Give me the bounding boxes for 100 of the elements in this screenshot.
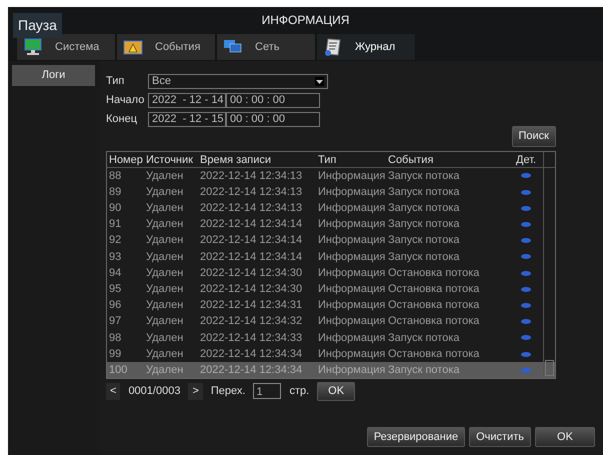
table-cell-text: 2022-12-14 12:34:31 — [200, 298, 304, 314]
table-cell-text: Удален — [146, 362, 184, 378]
table-cell-text: 91 — [109, 217, 122, 232]
date-field[interactable]: 2022 - 12 - 15 — [148, 112, 226, 126]
page-input[interactable]: 1 — [253, 383, 282, 400]
eye-icon[interactable] — [521, 319, 531, 324]
column-header: События — [388, 152, 434, 168]
eye-icon[interactable] — [521, 302, 531, 308]
table-cell-text: Остановка потока — [388, 314, 480, 330]
table-cell-text: 2022-12-14 12:34:34 — [200, 362, 304, 378]
table-cell-text: Информация — [318, 298, 386, 314]
table-cell-text: Информация — [318, 314, 386, 330]
table-cell-text: Удален — [146, 217, 184, 232]
previous-page-button[interactable]: < — [106, 383, 120, 400]
table-cell-text: Информация — [318, 233, 386, 248]
table-cell-text: 93 — [109, 250, 122, 265]
table-row[interactable]: 90 Удален 2022-12-14 12:34:13 Информация Запуск потока — [107, 200, 555, 216]
table-cell-text: 94 — [109, 266, 122, 281]
table-cell-text: Удален — [146, 201, 184, 216]
table-cell-text: Информация — [318, 250, 386, 265]
table-cell-text: Удален — [146, 330, 184, 346]
tab[interactable]: События — [116, 33, 216, 61]
table-cell-text: 2022-12-14 12:34:13 — [200, 201, 304, 216]
column-header: Время записи — [200, 152, 272, 168]
search-button[interactable]: Поиск — [512, 126, 556, 146]
table-cell-text: 2022-12-14 12:34:13 — [200, 168, 304, 184]
table-cell-text: Запуск потока — [388, 201, 460, 216]
field-label: Начало — [106, 92, 146, 108]
table-cell-text: Информация — [318, 168, 386, 184]
table-cell-text: Информация — [318, 346, 386, 362]
page-unit-label: стр. — [289, 384, 310, 400]
time-field[interactable]: 00 : 00 : 00 — [226, 92, 320, 108]
table-cell-text: 2022-12-14 12:34:33 — [200, 330, 304, 346]
type-dropdown[interactable]: Все — [148, 74, 328, 88]
eye-icon[interactable] — [521, 286, 531, 292]
column-header: Тип — [318, 152, 338, 168]
table-cell-text: 97 — [109, 314, 122, 330]
table-cell-text: 99 — [109, 346, 122, 362]
eye-icon[interactable] — [521, 335, 531, 340]
table-cell-text: Остановка потока — [388, 298, 480, 314]
warning-icon — [123, 39, 143, 55]
table-row[interactable]: 96 Удален 2022-12-14 12:34:31 Информация Остановка потока — [107, 297, 555, 314]
table-cell-text: 100 — [109, 362, 128, 378]
action-button[interactable]: OK — [535, 426, 595, 447]
table-row[interactable]: 95 Удален 2022-12-14 12:34:30 Информация Остановка потока — [107, 281, 555, 298]
table-row[interactable]: 88 Удален 2022-12-14 12:34:13 Информация Запуск потока — [107, 168, 555, 184]
eye-icon[interactable] — [521, 270, 531, 276]
table-cell-text: Остановка потока — [388, 266, 480, 281]
table-cell-text: Запуск потока — [388, 233, 460, 248]
eye-icon[interactable] — [521, 254, 531, 260]
table-row[interactable]: 91 Удален 2022-12-14 12:34:14 Информация Запуск потока — [107, 216, 555, 232]
notepad-icon — [323, 37, 343, 57]
table-row[interactable]: 89 Удален 2022-12-14 12:34:13 Информация Запуск потока — [107, 184, 555, 200]
eye-icon[interactable] — [521, 352, 531, 356]
eye-icon[interactable] — [521, 222, 531, 227]
field-label: Конец — [106, 112, 138, 127]
next-page-button[interactable]: > — [188, 383, 203, 400]
table-cell-text: Информация — [318, 282, 386, 297]
table-cell-text: Запуск потока — [388, 250, 460, 265]
action-button[interactable]: Очистить — [469, 426, 531, 447]
dropdown-caret-icon — [315, 76, 324, 86]
time-field[interactable]: 00 : 00 : 00 — [226, 112, 320, 126]
table-cell-text: Информация — [318, 201, 386, 216]
go-button[interactable]: OK — [317, 382, 356, 401]
table-cell-text: 92 — [109, 233, 122, 248]
table-row[interactable]: 92 Удален 2022-12-14 12:34:14 Информация Запуск потока — [107, 232, 555, 249]
table-cell-text: Информация — [318, 330, 386, 346]
table-row[interactable]: 98 Удален 2022-12-14 12:34:33 Информация Запуск потока — [107, 330, 555, 346]
tab[interactable]: Сеть — [216, 33, 316, 61]
date-field[interactable]: 2022 - 12 - 14 — [148, 92, 226, 108]
table-cell-text: 2022-12-14 12:34:34 — [200, 346, 304, 362]
table-row[interactable]: 93 Удален 2022-12-14 12:34:14 Информация Запуск потока — [107, 248, 555, 265]
tab[interactable]: Журнал — [316, 33, 416, 61]
table-cell-text: Удален — [146, 266, 184, 281]
table-cell-text: 2022-12-14 12:34:14 — [200, 250, 304, 265]
tab[interactable]: Система — [16, 33, 116, 61]
table-cell-text: Остановка потока — [388, 282, 480, 297]
table-cell-text: Удален — [146, 298, 184, 314]
table-cell-text: 88 — [109, 168, 122, 184]
field-label: Тип — [106, 74, 126, 89]
eye-icon[interactable] — [521, 206, 531, 211]
table-cell-text: Удален — [146, 168, 184, 184]
table-cell-text: Запуск потока — [388, 362, 460, 378]
table-cell-text: Информация — [318, 184, 386, 200]
sidebar-item[interactable]: Логи — [12, 65, 95, 86]
eye-icon[interactable] — [521, 190, 531, 195]
column-header: Источник — [146, 152, 194, 168]
table-cell-text: 2022-12-14 12:34:32 — [200, 314, 304, 330]
eye-icon[interactable] — [521, 173, 531, 178]
table-cell-text: Запуск потока — [388, 217, 460, 232]
table-cell-text: 2022-12-14 12:34:30 — [200, 282, 304, 297]
table-row[interactable]: 99 Удален 2022-12-14 12:34:34 Информация Остановка потока — [107, 346, 555, 362]
action-button[interactable]: Резервирование — [366, 426, 466, 447]
table-cell-text: 98 — [109, 330, 122, 346]
scrollbar-thumb[interactable] — [545, 360, 554, 376]
column-header: Дет. — [516, 152, 538, 168]
table-cell-text: Удален — [146, 282, 184, 297]
table-row[interactable]: 97 Удален 2022-12-14 12:34:32 Информация Остановка потока — [107, 313, 555, 330]
table-row[interactable]: 94 Удален 2022-12-14 12:34:30 Информация Остановка потока — [107, 264, 555, 281]
eye-icon[interactable] — [521, 238, 531, 244]
